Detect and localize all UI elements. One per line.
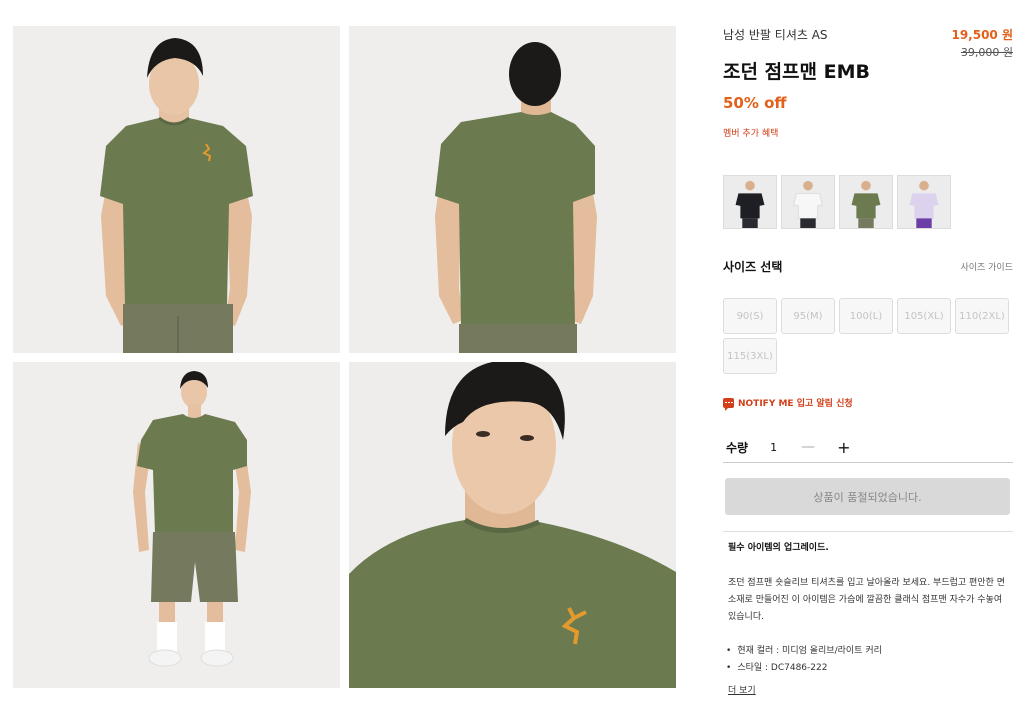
sale-price: 19,500 원 — [951, 28, 1013, 42]
original-price: 39,000 원 — [960, 46, 1013, 59]
closeup-view-illustration — [349, 362, 676, 688]
front-view-illustration — [13, 26, 340, 353]
quantity-label: 수량 — [726, 440, 749, 455]
size-option-3xl[interactable]: 115(3XL) — [723, 338, 777, 374]
product-image-closeup[interactable] — [349, 362, 676, 688]
sold-out-button[interactable]: 상품이 품절되었습니다. — [725, 478, 1010, 515]
description-heading: 필수 아이템의 업그레이드. — [728, 543, 829, 553]
quantity-value[interactable]: 1 — [770, 441, 777, 454]
notify-me-label: NOTIFY ME 입고 알림 신청 — [738, 399, 853, 409]
style-code-item: 스타일 : DC7486-222 — [726, 660, 1013, 677]
product-image-full-body[interactable] — [13, 362, 340, 688]
quantity-stepper: 수량 1 — + — [723, 432, 1013, 463]
color-swatch-black[interactable] — [723, 175, 777, 229]
color-swatches — [723, 175, 951, 229]
member-benefit-link[interactable]: 멤버 추가 혜택 — [723, 126, 778, 139]
product-category: 남성 반팔 티셔츠 AS — [723, 28, 828, 42]
discount-badge: 50% off — [723, 94, 787, 112]
size-option-l[interactable]: 100(L) — [839, 298, 893, 334]
size-option-2xl[interactable]: 110(2XL) — [955, 298, 1009, 334]
read-more-link[interactable]: 더 보기 — [728, 683, 756, 696]
size-option-m[interactable]: 95(M) — [781, 298, 835, 334]
color-swatch-lavender[interactable] — [897, 175, 951, 229]
color-swatch-olive[interactable] — [839, 175, 893, 229]
product-image-front[interactable] — [13, 26, 340, 353]
size-guide-link[interactable]: 사이즈 가이드 — [960, 260, 1013, 273]
product-title: 조던 점프맨 EMB — [723, 61, 870, 83]
notify-me-link[interactable]: NOTIFY ME 입고 알림 신청 — [723, 396, 853, 411]
size-options: 90(S) 95(M) 100(L) 105(XL) 110(2XL) 115(… — [723, 298, 1013, 374]
product-description: 필수 아이템의 업그레이드. 조던 점프맨 숏슬리브 티셔츠를 입고 날아올라 … — [723, 531, 1013, 697]
product-gallery — [13, 26, 676, 688]
quantity-increase-button[interactable]: + — [837, 438, 850, 457]
full-body-view-illustration — [13, 362, 340, 688]
back-view-illustration — [349, 26, 676, 353]
size-option-s[interactable]: 90(S) — [723, 298, 777, 334]
size-select-label: 사이즈 선택 — [723, 260, 783, 274]
product-image-back[interactable] — [349, 26, 676, 353]
chat-bubble-icon — [723, 397, 734, 411]
size-option-xl[interactable]: 105(XL) — [897, 298, 951, 334]
description-bullets: 현재 컬러 : 미디엄 올리브/라이트 커리 스타일 : DC7486-222 — [726, 643, 1013, 677]
description-body: 조던 점프맨 숏슬리브 티셔츠를 입고 날아올라 보세요. 부드럽고 편안한 면… — [728, 578, 1006, 622]
color-swatch-white[interactable] — [781, 175, 835, 229]
quantity-decrease-button[interactable]: — — [801, 439, 815, 455]
current-color-item: 현재 컬러 : 미디엄 올리브/라이트 커리 — [726, 643, 1013, 660]
